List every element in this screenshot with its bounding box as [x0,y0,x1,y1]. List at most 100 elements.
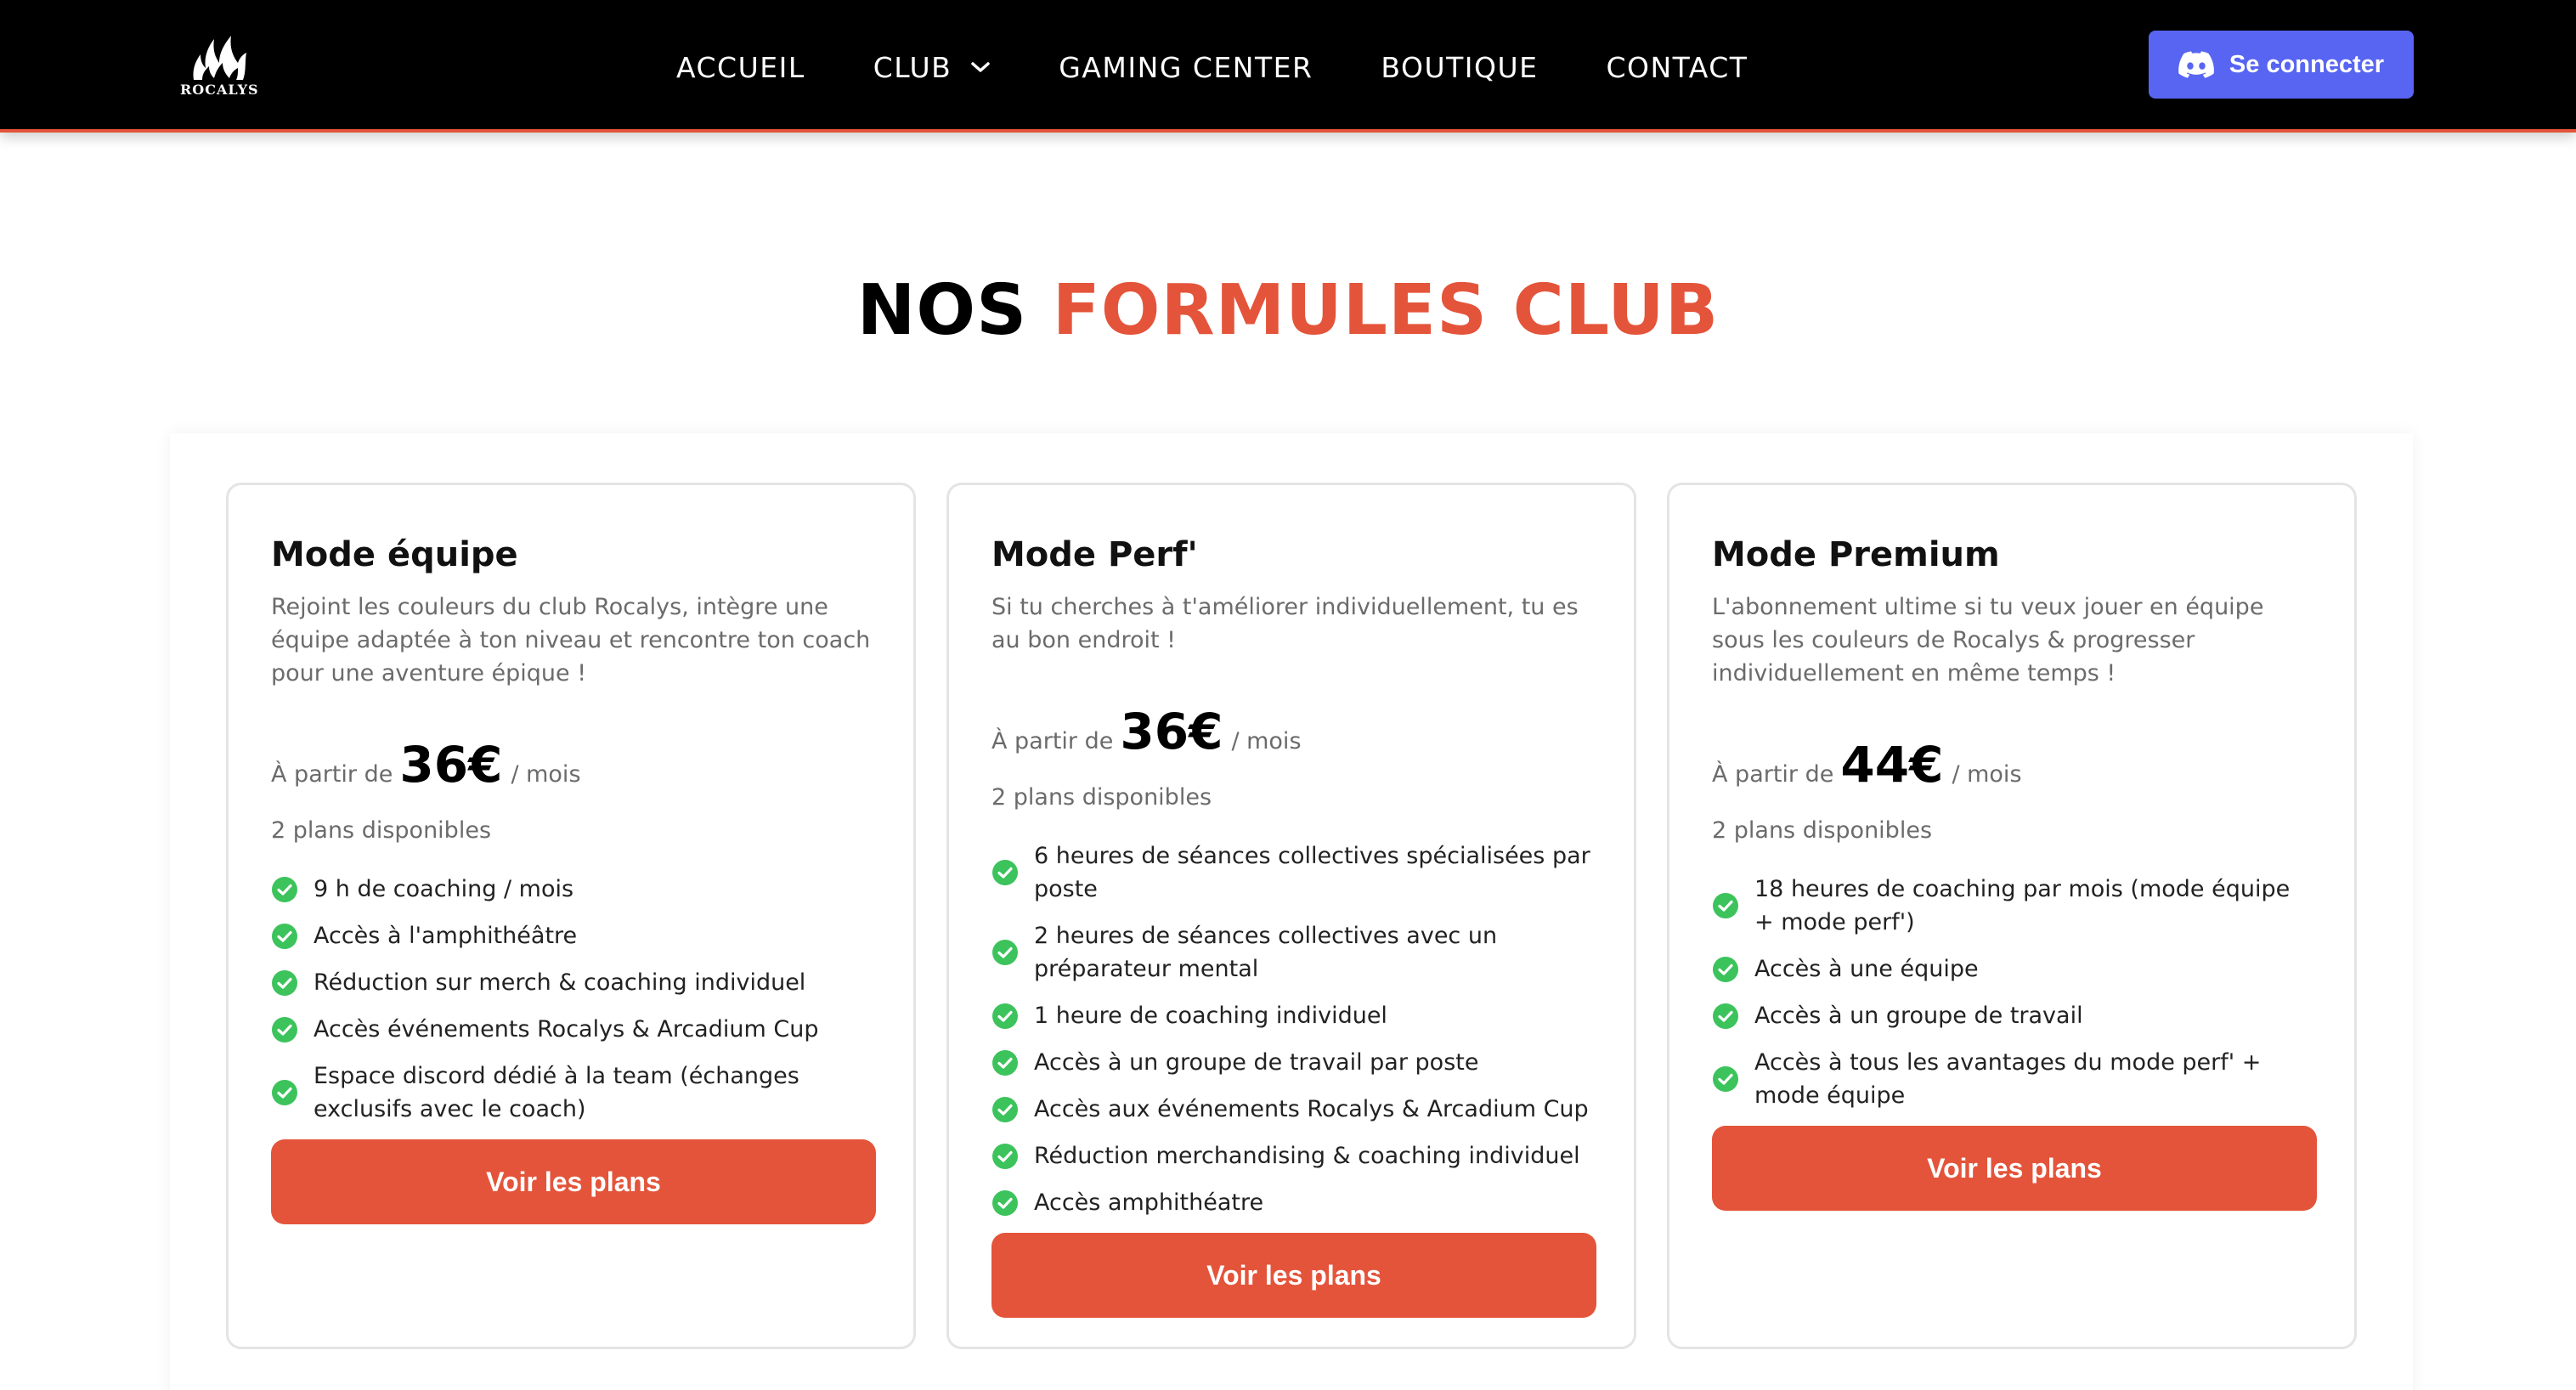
plans-available: 2 plans disponibles [991,784,1212,811]
feature-item: Accès à un groupe de travail [1712,999,2313,1032]
feature-text: 18 heures de coaching par mois (mode équ… [1754,876,2291,935]
view-plans-button[interactable]: Voir les plans [991,1233,1596,1318]
check-circle-icon [992,940,1018,965]
pricing-card: Mode Perf' Si tu cherches à t'améliorer i… [946,483,1636,1349]
price-suffix: / mois [1952,761,2022,788]
page-title: NOS FORMULES CLUB [0,270,2576,351]
feature-list: 9 h de coaching / mois Accès à l'amphithé… [271,873,873,1126]
card-description: Si tu cherches à t'améliorer individuell… [991,594,1579,653]
feature-text: 1 heure de coaching individuel [1034,1003,1387,1029]
nav-link-boutique[interactable]: BOUTIQUE [1381,51,1538,84]
price-amount: 44€ [1840,736,1944,794]
card-description: Rejoint les couleurs du club Rocalys, in… [271,594,871,687]
card-description: L'abonnement ultime si tu veux jouer en … [1712,594,2264,687]
card-title: Mode équipe [271,535,518,574]
feature-text: Accès amphithéatre [1034,1189,1264,1216]
flame-logo-icon [193,36,246,80]
feature-item: Réduction sur merch & coaching individue… [271,966,873,999]
price-line: À partir de 36€ / mois [271,736,873,794]
feature-text: Espace discord dédié à la team (échanges… [314,1063,799,1122]
check-circle-icon [1713,1003,1738,1029]
chevron-down-icon [971,62,991,72]
price-prefix: À partir de [1712,761,1834,788]
check-circle-icon [992,1096,1018,1122]
price-suffix: / mois [1231,728,1302,754]
price-prefix: À partir de [271,761,393,788]
top-navbar: ROCALYS ACCUEIL CLUB GAMING CENTER BOUTI… [0,0,2576,133]
check-circle-icon [992,1049,1018,1076]
feature-text: 9 h de coaching / mois [314,876,574,902]
check-circle-icon [272,876,297,902]
card-title: Mode Perf' [991,535,1198,574]
nav-link-label: GAMING CENTER [1059,50,1313,84]
nav-link-accueil[interactable]: ACCUEIL [676,51,805,84]
nav-link-contact[interactable]: CONTACT [1606,51,1748,84]
feature-item: 9 h de coaching / mois [271,873,873,906]
check-circle-icon [272,1080,297,1105]
view-plans-button[interactable]: Voir les plans [271,1139,876,1224]
nav-link-label: CONTACT [1606,50,1748,84]
feature-item: 18 heures de coaching par mois (mode équ… [1712,873,2313,939]
feature-list: 18 heures de coaching par mois (mode équ… [1712,873,2313,1112]
feature-item: 1 heure de coaching individuel [991,999,1593,1032]
nav-link-gaming-center[interactable]: GAMING CENTER [1059,51,1313,84]
main-nav: ACCUEIL CLUB GAMING CENTER BOUTIQUE CONT… [676,48,1748,87]
feature-item: Accès aux événements Rocalys & Arcadium … [991,1093,1593,1126]
feature-text: Accès à un groupe de travail [1754,1003,2083,1029]
feature-item: Accès à un groupe de travail par poste [991,1046,1593,1079]
plans-available: 2 plans disponibles [1712,817,1933,844]
feature-text: Accès événements Rocalys & Arcadium Cup [314,1016,819,1042]
view-plans-label: Voir les plans [1927,1152,2102,1184]
feature-text: 2 heures de séances collectives avec un … [1034,923,1498,982]
feature-item: Espace discord dédié à la team (échanges… [271,1059,873,1126]
check-circle-icon [992,860,1018,885]
feature-item: 2 heures de séances collectives avec un … [991,919,1593,986]
plans-available: 2 plans disponibles [271,817,492,844]
pricing-card: Mode Premium L'abonnement ultime si tu ve… [1667,483,2357,1349]
view-plans-label: Voir les plans [486,1166,661,1197]
view-plans-button[interactable]: Voir les plans [1712,1126,2317,1211]
feature-item: Accès amphithéatre [991,1186,1593,1219]
check-circle-icon [272,969,297,996]
feature-item: Accès à l'amphithéâtre [271,919,873,952]
feature-text: Accès à une équipe [1754,956,1979,982]
feature-text: Réduction merchandising & coaching indiv… [1034,1143,1580,1169]
check-circle-icon [1713,893,1738,918]
logo-wordmark: ROCALYS [180,82,259,98]
check-circle-icon [992,1003,1018,1029]
feature-item: 6 heures de séances collectives spéciali… [991,839,1593,906]
price-suffix: / mois [511,761,581,788]
check-circle-icon [1713,1066,1738,1092]
price-line: À partir de 36€ / mois [991,703,1593,760]
check-circle-icon [1713,956,1738,982]
login-button-label: Se connecter [2229,50,2385,78]
check-circle-icon [272,1016,297,1042]
nav-link-club[interactable]: CLUB [873,51,991,84]
feature-item: Réduction merchandising & coaching indiv… [991,1139,1593,1172]
feature-text: Réduction sur merch & coaching individue… [314,969,806,996]
nav-link-label: ACCUEIL [676,50,805,84]
feature-text: Accès aux événements Rocalys & Arcadium … [1034,1096,1589,1122]
price-line: À partir de 44€ / mois [1712,736,2313,794]
check-circle-icon [992,1189,1018,1216]
check-circle-icon [992,1143,1018,1169]
price-amount: 36€ [1120,703,1223,760]
discord-icon [2178,51,2214,78]
feature-text: Accès à un groupe de travail par poste [1034,1049,1479,1076]
price-amount: 36€ [399,736,503,794]
feature-text: 6 heures de séances collectives spéciali… [1034,843,1590,902]
rocalys-logo[interactable]: ROCALYS [180,32,258,100]
price-prefix: À partir de [991,728,1114,754]
feature-item: Accès événements Rocalys & Arcadium Cup [271,1013,873,1046]
title-part-accent: FORMULES CLUB [1052,270,1720,351]
discord-login-button[interactable]: Se connecter [2149,31,2414,99]
check-circle-icon [272,923,297,949]
feature-item: Accès à tous les avantages du mode perf'… [1712,1046,2313,1112]
feature-item: Accès à une équipe [1712,952,2313,986]
nav-link-label: CLUB [873,50,952,84]
nav-link-label: BOUTIQUE [1381,50,1539,84]
title-part-dark: NOS [856,270,1053,351]
feature-list: 6 heures de séances collectives spéciali… [991,839,1593,1219]
card-title: Mode Premium [1712,535,2000,574]
feature-text: Accès à l'amphithéâtre [314,923,578,949]
